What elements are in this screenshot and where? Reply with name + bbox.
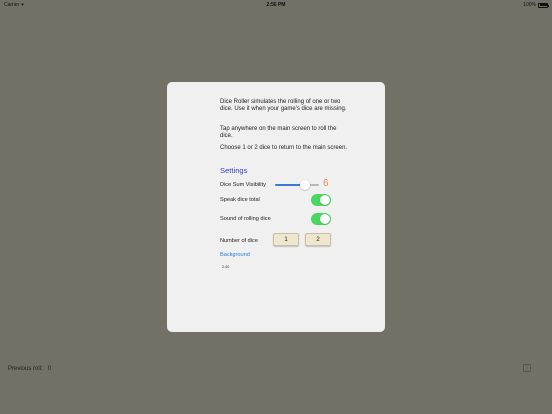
slider-thumb[interactable] [299, 180, 310, 190]
info-text-description: Dice Roller simulates the rolling of one… [220, 99, 347, 113]
background-link[interactable]: Background [220, 252, 250, 258]
settings-title: Settings [220, 166, 248, 175]
dice-sum-visibility-slider[interactable] [275, 180, 319, 190]
sound-of-rolling-dice-toggle[interactable] [311, 213, 331, 225]
background-value: 2.40 [222, 265, 230, 269]
two-dice-button[interactable]: 2 [305, 233, 331, 246]
toggle-knob [319, 194, 331, 206]
battery-indicator: 100% [523, 2, 549, 8]
battery-icon [538, 2, 549, 8]
number-of-dice-label: Number of dice [220, 238, 258, 244]
status-bar: Carrier ▾ 2:56 PM 100% [0, 0, 552, 10]
status-time: 2:56 PM [266, 2, 286, 8]
dice-sum-visibility-value: 6 [323, 178, 329, 189]
battery-percent: 100% [523, 2, 536, 8]
previous-roll-value: 0 [47, 366, 52, 372]
speak-dice-total-label: Speak dice total [220, 197, 260, 203]
info-text-choose: Choose 1 or 2 dice to return to the main… [220, 145, 348, 151]
previous-roll: Previous roll: 0 [8, 366, 51, 372]
sound-of-rolling-dice-label: Sound of rolling dice [220, 216, 271, 222]
settings-panel: Dice Roller simulates the rolling of one… [167, 82, 385, 332]
toggle-knob [319, 213, 331, 225]
info-text-tap: Tap anywhere on the main screen to roll … [220, 126, 337, 140]
dice-sum-visibility-label: Dice Sum Visibility [220, 182, 266, 188]
one-die-button[interactable]: 1 [273, 233, 299, 246]
speak-dice-total-toggle[interactable] [311, 194, 331, 206]
info-icon[interactable]: i [523, 364, 531, 372]
previous-roll-label: Previous roll: [8, 366, 43, 372]
